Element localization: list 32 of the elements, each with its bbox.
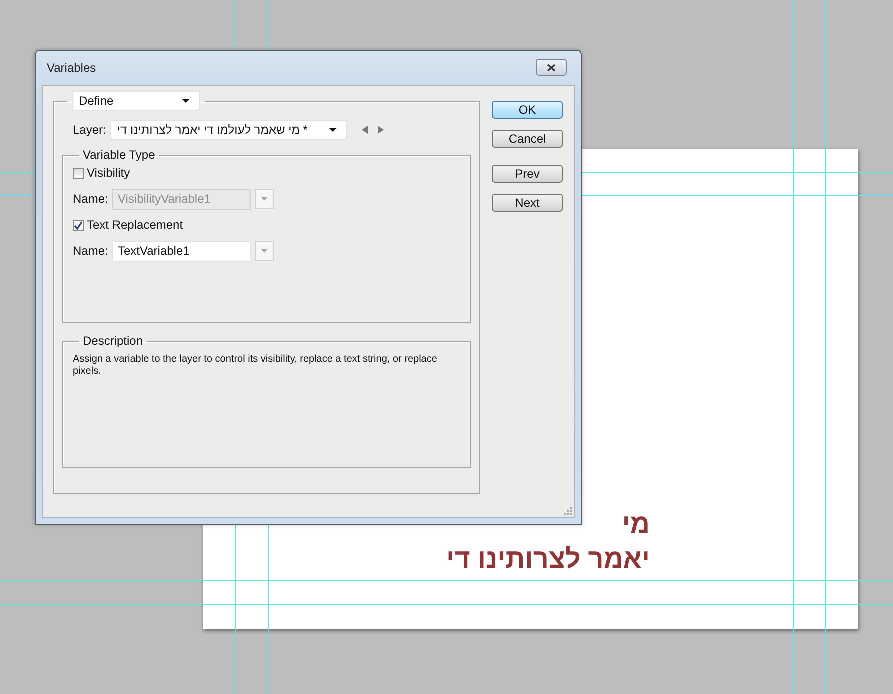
menu-button[interactable] [255, 189, 274, 209]
cancel-button[interactable]: Cancel [492, 130, 563, 148]
resize-grip-icon [563, 506, 572, 515]
dropdown-arrow-icon [182, 99, 190, 103]
dropdown-arrow-icon [261, 249, 268, 253]
dropdown-arrow-icon [329, 128, 338, 132]
mode-dropdown[interactable]: Define [72, 91, 200, 111]
checkbox-label: Text Replacement [87, 218, 184, 232]
layer-dropdown[interactable]: מי שאמר לעולמו די יאמר לצרותינו די * [110, 120, 348, 140]
checkbox[interactable] [73, 168, 84, 178]
prev-button[interactable]: Prev [492, 165, 563, 183]
left-triangle-icon[interactable] [362, 126, 368, 134]
name-field[interactable]: TextVariable1 [112, 240, 251, 262]
name-label: Name: [73, 244, 110, 258]
right-triangle-icon[interactable] [378, 126, 384, 134]
description-text: Assign a variable to the layer to control its visibility, replace a text string, or replace pixels. [73, 354, 438, 378]
canvas-text: מי [622, 508, 650, 541]
menu-button[interactable] [255, 241, 274, 261]
group-title: Variable Type [82, 148, 156, 162]
close-icon [547, 64, 556, 72]
checkmark-icon [74, 220, 83, 230]
next-button[interactable]: Next [492, 194, 563, 212]
checkbox-label: Visibility [87, 166, 130, 180]
checkbox[interactable] [73, 220, 84, 230]
window-title: Variables [47, 61, 96, 75]
close-button[interactable] [536, 59, 567, 76]
layer-label: Layer: [73, 123, 106, 137]
dropdown-arrow-icon [261, 197, 268, 201]
group-title: Description [82, 334, 144, 348]
canvas-text: יאמר לצרותינו די [446, 543, 650, 576]
ok-button[interactable]: OK [492, 101, 563, 119]
name-label: Name: [73, 192, 110, 206]
